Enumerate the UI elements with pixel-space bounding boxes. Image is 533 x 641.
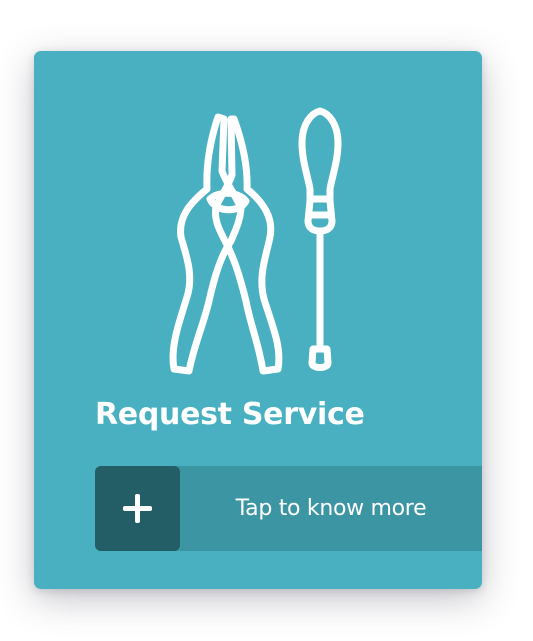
plus-button[interactable] <box>95 466 180 551</box>
cta-label: Tap to know more <box>235 496 427 521</box>
tap-to-know-more-button[interactable]: Tap to know more <box>95 466 482 551</box>
card-title: Request Service <box>95 397 365 432</box>
pliers-and-screwdriver-icon <box>169 107 342 375</box>
request-service-card[interactable]: Request Service Tap to know more <box>34 51 482 589</box>
